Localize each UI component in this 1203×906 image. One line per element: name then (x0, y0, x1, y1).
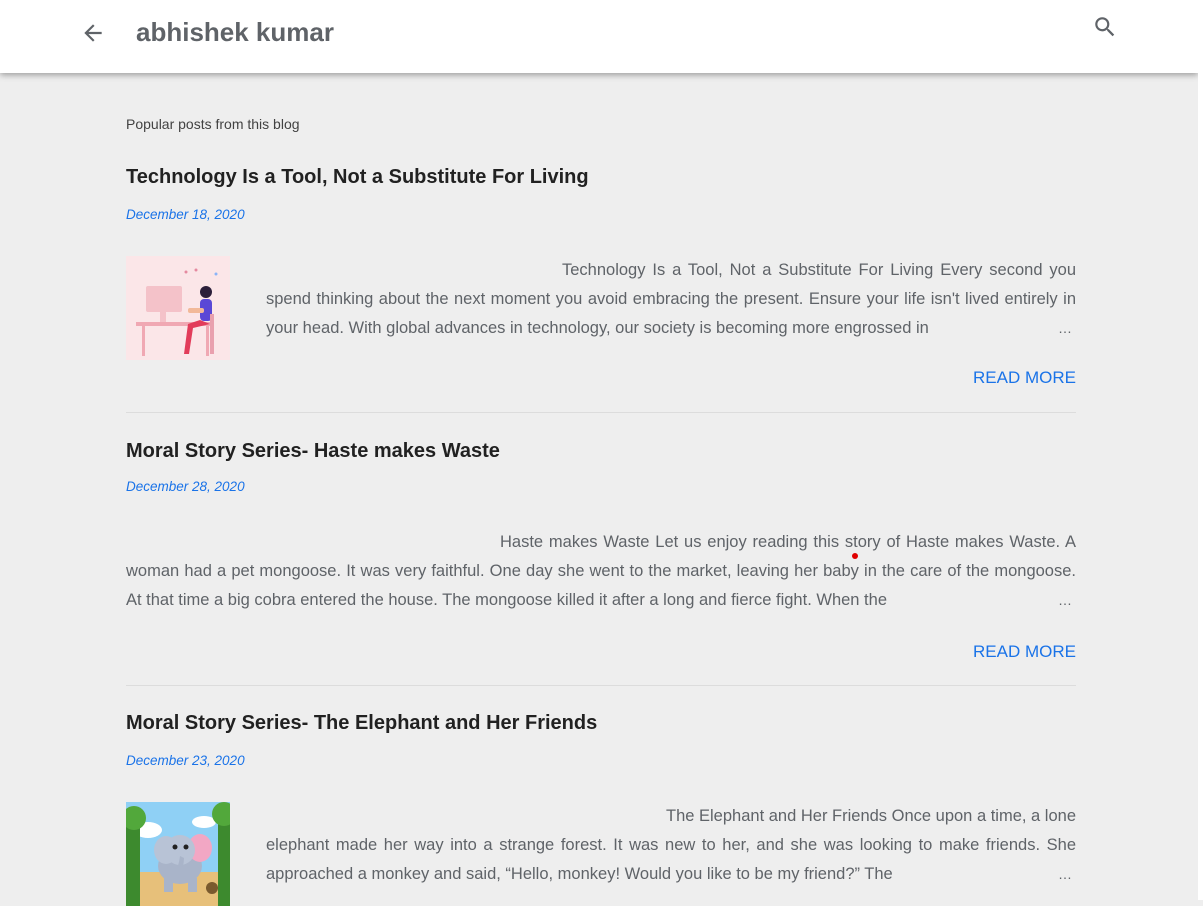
ellipsis: … (1058, 592, 1072, 608)
search-button[interactable] (1092, 14, 1118, 40)
post-snippet: Haste makes Waste Let us enjoy reading t… (126, 528, 1076, 615)
post-card: Moral Story Series- The Elephant and Her… (126, 712, 1076, 906)
post-title[interactable]: Moral Story Series- Haste makes Waste (126, 440, 500, 463)
post-card: Technology Is a Tool, Not a Substitute F… (126, 166, 1076, 416)
window-edge (1198, 0, 1203, 900)
search-icon (1095, 17, 1115, 37)
read-more-link[interactable]: READ MORE (973, 368, 1076, 388)
arrow-left-icon (84, 24, 102, 42)
ellipsis: … (1058, 320, 1072, 336)
blog-title[interactable]: abhishek kumar (136, 17, 334, 48)
post-date[interactable]: December 28, 2020 (126, 479, 245, 494)
ellipsis: … (1058, 866, 1072, 882)
section-heading: Popular posts from this blog (126, 116, 300, 132)
post-title[interactable]: Moral Story Series- The Elephant and Her… (126, 712, 597, 735)
post-snippet: Technology Is a Tool, Not a Substitute F… (266, 256, 1076, 343)
post-divider (126, 412, 1076, 413)
post-title[interactable]: Technology Is a Tool, Not a Substitute F… (126, 166, 589, 189)
top-app-bar: abhishek kumar (0, 0, 1198, 73)
read-more-link[interactable]: READ MORE (973, 642, 1076, 662)
post-thumbnail[interactable] (126, 256, 230, 360)
post-snippet: The Elephant and Her Friends Once upon a… (266, 802, 1076, 889)
elephant-cartoon-illustration (126, 802, 230, 906)
post-thumbnail[interactable] (126, 802, 230, 906)
post-date[interactable]: December 18, 2020 (126, 207, 245, 222)
person-at-desk-illustration (126, 256, 230, 360)
post-date[interactable]: December 23, 2020 (126, 753, 245, 768)
post-divider (126, 685, 1076, 686)
post-card: Moral Story Series- Haste makes Waste De… (126, 440, 1076, 690)
cursor-marker (852, 553, 858, 559)
back-button[interactable] (80, 20, 106, 46)
